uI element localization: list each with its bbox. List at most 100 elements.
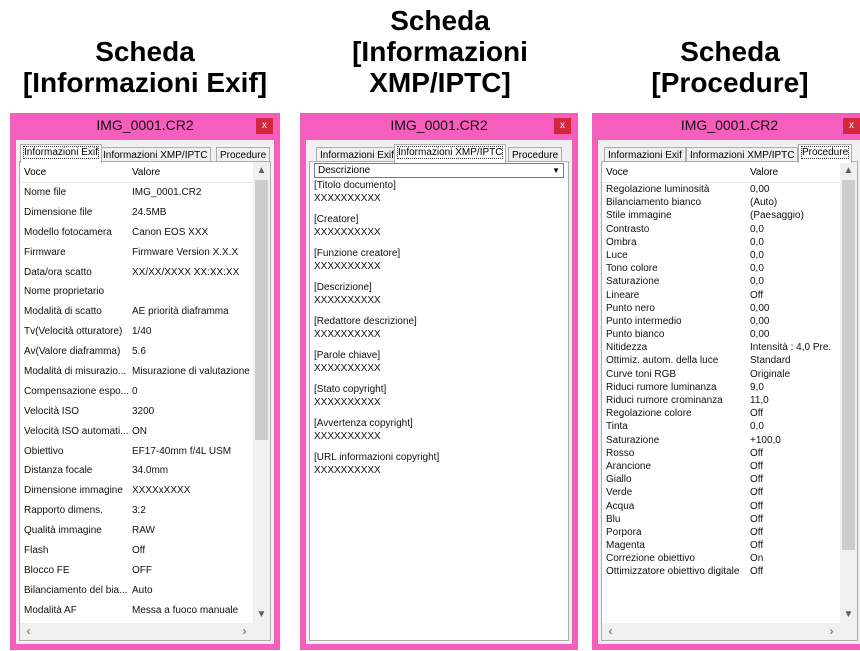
list-row[interactable]: Nitidezza Intensità : 4,0 Pre. (602, 341, 839, 354)
list-row[interactable]: Flash Off (20, 541, 252, 561)
list-row[interactable]: Modalità di scatto AE priorità diaframma (20, 302, 252, 322)
list-row[interactable]: Modalità di misurazio... Misurazione di v… (20, 362, 252, 382)
scroll-up-icon[interactable]: ▲ (840, 162, 857, 179)
row-value: XX/XX/XXXX XX:XX:XX (132, 266, 240, 278)
scroll-right-icon[interactable]: › (236, 623, 253, 640)
row-value: Off (750, 289, 764, 301)
tab-xmp[interactable]: Informazioni XMP/IPTC (99, 147, 212, 162)
list-row[interactable]: Contrasto 0,0 (602, 223, 839, 236)
row-value: 0,00 (750, 184, 770, 195)
row-label: Compensazione espo... (24, 385, 130, 397)
close-button[interactable]: x (256, 118, 273, 134)
list-row[interactable]: Modalità AF Messa a fuoco manuale (20, 601, 252, 621)
xmp-field-value: XXXXXXXXXX (314, 329, 381, 340)
list-row[interactable]: Compensazione espo... 0 (20, 382, 252, 402)
scroll-right-icon[interactable]: › (823, 623, 840, 640)
scroll-down-icon[interactable]: ▼ (840, 606, 857, 623)
list-row[interactable]: Ottimiz. autom. della luce Standard (602, 354, 839, 367)
tab-xmp[interactable]: Informazioni XMP/IPTC (394, 144, 507, 163)
list-row[interactable]: Tono colore 0,0 (602, 262, 839, 275)
scroll-left-icon[interactable]: ‹ (20, 623, 37, 640)
vertical-scrollbar[interactable]: ▲ ▼ (253, 162, 270, 623)
horizontal-scrollbar[interactable]: ‹ › (602, 623, 857, 640)
list-row[interactable]: Firmware Firmware Version X.X.X (20, 243, 252, 263)
row-value: IMG_0001.CR2 (132, 187, 202, 198)
list-row[interactable]: Tv(Velocità otturatore) 1/40 (20, 322, 252, 342)
list-row[interactable]: Nome proprietario (20, 282, 252, 302)
list-row[interactable]: Verde Off (602, 486, 839, 499)
tab-exif[interactable]: Informazioni Exif (20, 144, 102, 163)
scroll-thumb[interactable] (842, 180, 855, 550)
list-row[interactable]: Nome file IMG_0001.CR2 (20, 183, 252, 203)
list-row[interactable]: Av(Valore diaframma) 5.6 (20, 342, 252, 362)
column-name-header[interactable]: Voce (606, 167, 628, 178)
list-row[interactable]: Riduci rumore luminanza 9,0 (602, 381, 839, 394)
row-value: (Auto) (750, 197, 778, 209)
list-row[interactable]: Blocco FE OFF (20, 561, 252, 581)
vertical-scrollbar[interactable]: ▲ ▼ (840, 162, 857, 623)
list-row[interactable]: Bilanciamento del bia... Auto (20, 581, 252, 601)
horizontal-scrollbar[interactable]: ‹ › (20, 623, 270, 640)
list-row[interactable]: Obiettivo EF17-40mm f/4L USM (20, 442, 252, 462)
column-value-header[interactable]: Valore (132, 167, 160, 178)
column-name-header[interactable]: Voce (24, 167, 46, 178)
tab-procedure[interactable]: Procedure (508, 147, 563, 162)
list-row[interactable]: Punto nero 0,00 (602, 302, 839, 315)
list-row[interactable]: Modello fotocamera Canon EOS XXX (20, 223, 252, 243)
list-row[interactable]: Acqua Off (602, 500, 839, 513)
column-value-header[interactable]: Valore (750, 167, 778, 178)
title-bar[interactable]: IMG_0001.CR2 x (592, 113, 860, 140)
list-row[interactable]: Lineare Off (602, 289, 839, 302)
list-row[interactable]: Magenta Off (602, 539, 839, 552)
list-row[interactable]: Riduci rumore crominanza 11,0 (602, 394, 839, 407)
list-row[interactable]: Luce 0,0 (602, 249, 839, 262)
list-row[interactable]: Bilanciamento bianco (Auto) (602, 196, 839, 209)
list-row[interactable]: Qualità immagine RAW (20, 521, 252, 541)
scroll-up-icon[interactable]: ▲ (253, 162, 270, 179)
list-row[interactable]: Ombra 0,0 (602, 236, 839, 249)
category-dropdown[interactable]: Descrizione ▼ (314, 163, 564, 178)
list-row[interactable]: Regolazione luminosità 0,00 (602, 183, 839, 196)
list-row[interactable]: Nitidezza4 (20, 640, 252, 641)
list-row[interactable]: Saturazione 0,0 (602, 275, 839, 288)
list-row[interactable]: Blu Off (602, 513, 839, 526)
list-row[interactable]: Saturazione +100,0 (602, 434, 839, 447)
close-button[interactable]: x (554, 118, 571, 134)
tab-procedure[interactable]: Procedure (798, 144, 853, 163)
title-bar[interactable]: IMG_0001.CR2 x (300, 113, 578, 140)
scroll-thumb[interactable] (255, 180, 268, 440)
tab-procedure[interactable]: Procedure (216, 147, 271, 162)
tab-exif[interactable]: Informazioni Exif (316, 147, 398, 162)
scroll-down-icon[interactable]: ▼ (253, 606, 270, 623)
list-row[interactable]: Tinta 0,0 (602, 420, 839, 433)
list-row[interactable]: Dimensione file 24.5MB (20, 203, 252, 223)
close-button[interactable]: x (843, 118, 860, 134)
window-title: IMG_0001.CR2 (680, 117, 779, 133)
list-row[interactable]: Rosso Off (602, 447, 839, 460)
row-label: Punto nero (606, 302, 655, 314)
list-row[interactable]: Ottimizzatore obiettivo digitale Off (602, 565, 839, 578)
list-row[interactable]: Distanza focale 34.0mm (20, 461, 252, 481)
row-label: Modalità di scatto (24, 306, 102, 318)
list-row[interactable]: Punto bianco 0,00 (602, 328, 839, 341)
list-row[interactable]: Giallo Off (602, 473, 839, 486)
list-row[interactable]: Regolazione colore Off (602, 407, 839, 420)
list-row[interactable]: Porpora Off (602, 526, 839, 539)
list-row[interactable]: Correzione obiettivo On (602, 552, 839, 565)
tab-exif[interactable]: Informazioni Exif (604, 147, 686, 162)
scroll-left-icon[interactable]: ‹ (602, 623, 619, 640)
xmp-field-label: [Descrizione] (314, 282, 372, 293)
title-bar[interactable]: IMG_0001.CR2 x (10, 113, 280, 140)
list-row[interactable]: Velocità ISO 3200 (20, 402, 252, 422)
tab-xmp[interactable]: Informazioni XMP/IPTC (686, 147, 799, 162)
list-row[interactable]: Rapporto dimens. 3:2 (20, 501, 252, 521)
row-value: 0,0 (750, 421, 764, 433)
list-row[interactable]: Dimensione immagine XXXXxXXXX (20, 481, 252, 501)
list-row[interactable]: Curve toni RGB Originale (602, 368, 839, 381)
list-row[interactable]: Velocità ISO automati... ON (20, 422, 252, 442)
list-row[interactable]: Punto intermedio 0,00 (602, 315, 839, 328)
list-row[interactable]: Data/ora scatto XX/XX/XXXX XX:XX:XX (20, 263, 252, 283)
list-row[interactable]: Arancione Off (602, 460, 839, 473)
row-label: Verde (606, 487, 633, 499)
list-row[interactable]: Stile immagine (Paesaggio) (602, 209, 839, 222)
